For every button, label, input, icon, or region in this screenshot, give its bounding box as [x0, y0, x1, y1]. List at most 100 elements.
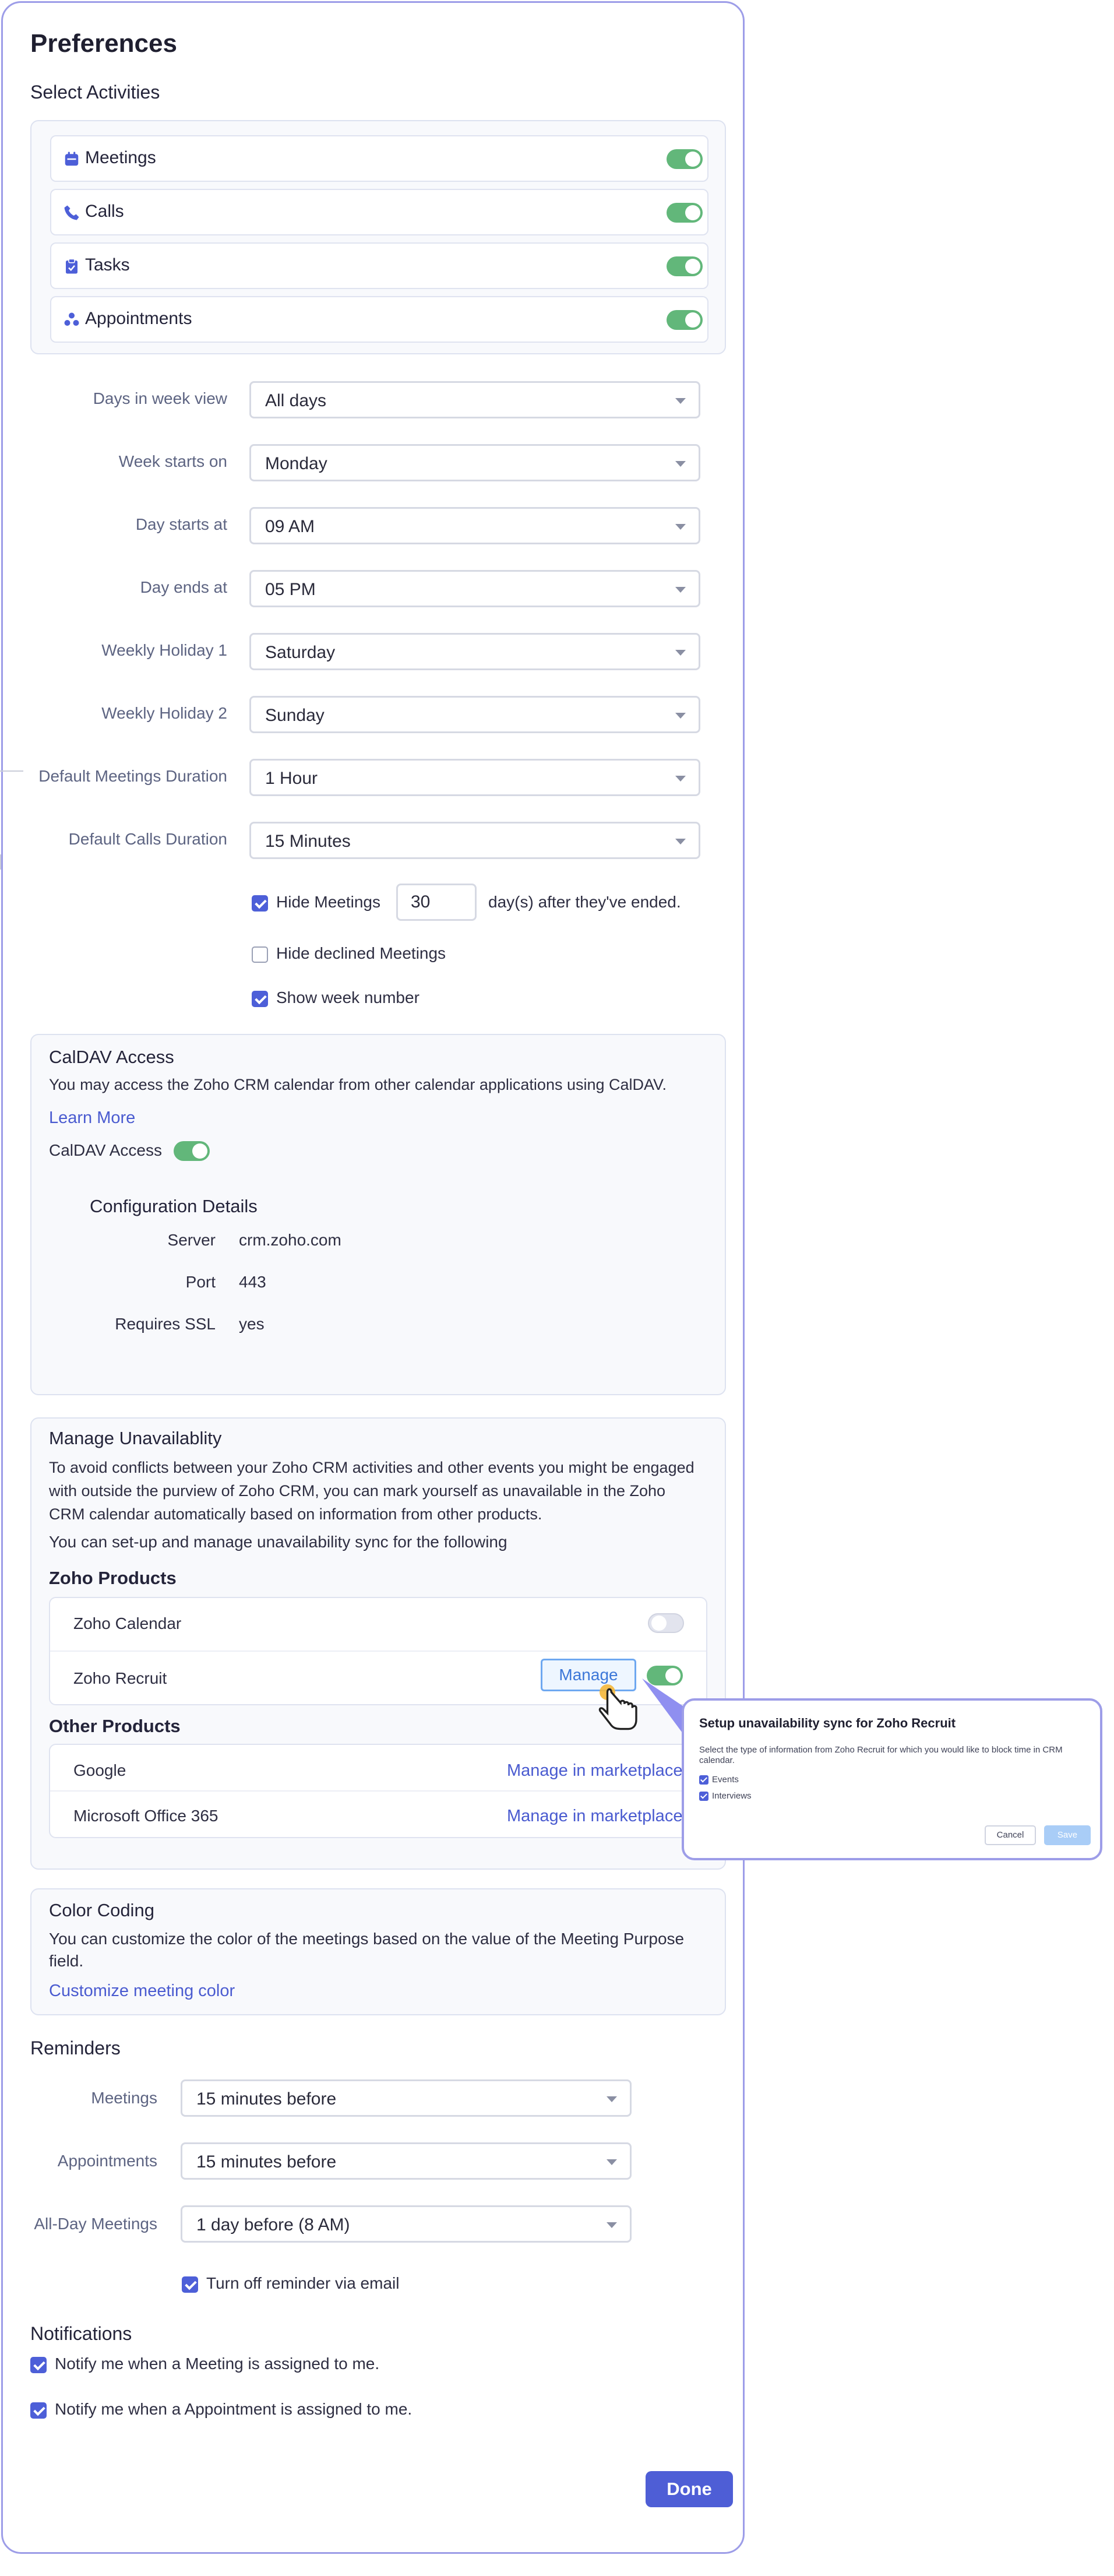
chevron-down-icon: [675, 587, 686, 593]
hand-cursor-icon: [598, 1684, 637, 1730]
config-label-server: Server: [167, 1231, 216, 1249]
all-day-meetings-reminder-select[interactable]: 1 day before (8 AM): [181, 2205, 632, 2243]
turn-off-email-reminder-checkbox[interactable]: [182, 2276, 198, 2293]
setting-label-days-in-week-view: Days in week view: [93, 389, 227, 407]
chevron-down-icon: [675, 524, 686, 530]
day-starts-at-select[interactable]: 09 AM: [249, 507, 700, 544]
divider: [50, 1651, 706, 1652]
popover-cancel-button[interactable]: Cancel: [985, 1825, 1036, 1845]
product-name-zoho-calendar: Zoho Calendar: [73, 1614, 182, 1632]
chevron-down-icon: [675, 776, 686, 782]
setting-label-day-ends-at: Day ends at: [140, 578, 227, 596]
config-value-port: 443: [239, 1273, 266, 1291]
events-label: Events: [712, 1775, 739, 1785]
interviews-label: Interviews: [712, 1791, 752, 1801]
zoho-products-heading: Zoho Products: [49, 1568, 177, 1588]
learn-more-link[interactable]: Learn More: [49, 1108, 135, 1128]
week-starts-on-select[interactable]: Monday: [249, 444, 700, 481]
other-products-heading: Other Products: [49, 1716, 181, 1736]
turn-off-email-reminder-label: Turn off reminder via email: [206, 2274, 400, 2292]
notify-meeting-checkbox[interactable]: [30, 2357, 47, 2373]
google-marketplace-link[interactable]: Manage in marketplace: [507, 1761, 682, 1780]
default-meetings-duration-select[interactable]: 1 Hour: [249, 759, 700, 796]
config-label-ssl: Requires SSL: [115, 1315, 216, 1333]
config-label-port: Port: [185, 1273, 216, 1291]
config-value-ssl: yes: [239, 1315, 265, 1333]
chevron-down-icon: [675, 650, 686, 656]
activity-label: Appointments: [85, 309, 192, 328]
caldav-toggle[interactable]: [174, 1141, 210, 1161]
calendar-icon: [65, 152, 79, 166]
setting-label-weekly-holiday-1: Weekly Holiday 1: [101, 641, 227, 659]
product-name-microsoft-365: Microsoft Office 365: [73, 1807, 218, 1825]
chevron-down-icon: [675, 398, 686, 404]
notifications-heading: Notifications: [30, 2323, 132, 2344]
zoho-calendar-toggle[interactable]: [648, 1613, 684, 1633]
done-button[interactable]: Done: [646, 2471, 733, 2507]
reminder-label-all-day-meetings: All-Day Meetings: [34, 2215, 157, 2233]
caldav-toggle-label: CalDAV Access: [49, 1141, 162, 1159]
hide-meetings-checkbox[interactable]: [252, 895, 268, 912]
activity-label: Calls: [85, 202, 124, 221]
notify-appointment-label: Notify me when a Appointment is assigned…: [55, 2400, 413, 2418]
chevron-down-icon: [607, 2096, 617, 2102]
weekly-holiday-2-select[interactable]: Sunday: [249, 696, 700, 733]
connector-line: [0, 854, 1, 870]
customize-meeting-color-link[interactable]: Customize meeting color: [49, 1982, 235, 2001]
calls-toggle[interactable]: [667, 203, 703, 223]
hide-meetings-days-input[interactable]: [396, 884, 477, 921]
popover-title: Setup unavailability sync for Zoho Recru…: [699, 1716, 956, 1730]
chevron-down-icon: [607, 2222, 617, 2228]
color-coding-description: You can customize the color of the meeti…: [49, 1930, 685, 1970]
notify-meeting-label: Notify me when a Meeting is assigned to …: [55, 2355, 380, 2373]
appointments-reminder-select[interactable]: 15 minutes before: [181, 2142, 632, 2180]
chevron-down-icon: [675, 839, 686, 844]
hide-meetings-label: Hide Meetings: [276, 893, 380, 911]
notify-appointment-checkbox[interactable]: [30, 2402, 47, 2419]
connector-line: [0, 770, 23, 772]
unavailability-title: Manage Unavailablity: [49, 1428, 222, 1448]
days-in-week-view-select[interactable]: All days: [249, 381, 700, 418]
unavailability-setup-text: You can set-up and manage unavailability…: [49, 1533, 507, 1551]
product-name-google: Google: [73, 1761, 126, 1779]
divider: [50, 1790, 706, 1792]
caldav-title: CalDAV Access: [49, 1047, 174, 1067]
setting-label-default-calls-duration: Default Calls Duration: [68, 830, 227, 848]
activity-label: Meetings: [85, 148, 156, 167]
setting-label-default-meetings-duration: Default Meetings Duration: [38, 767, 227, 785]
chevron-down-icon: [675, 713, 686, 719]
activity-label: Tasks: [85, 255, 130, 275]
hide-meetings-suffix: day(s) after they've ended.: [488, 893, 681, 911]
microsoft-marketplace-link[interactable]: Manage in marketplace: [507, 1807, 682, 1826]
events-checkbox[interactable]: [699, 1775, 708, 1785]
hide-declined-checkbox[interactable]: [252, 946, 268, 963]
meetings-toggle[interactable]: [667, 149, 703, 169]
recruit-sync-popover: Setup unavailability sync for Zoho Recru…: [682, 1698, 1102, 1860]
activity-row-calls: Calls: [50, 189, 708, 235]
interviews-checkbox[interactable]: [699, 1792, 708, 1801]
setting-label-day-starts-at: Day starts at: [135, 515, 227, 533]
appointments-toggle[interactable]: [667, 310, 703, 330]
chevron-down-icon: [675, 461, 686, 467]
popover-description: Select the type of information from Zoho…: [699, 1745, 1063, 1765]
weekly-holiday-1-select[interactable]: Saturday: [249, 633, 700, 670]
select-activities-heading: Select Activities: [30, 82, 160, 103]
meetings-reminder-select[interactable]: 15 minutes before: [181, 2079, 632, 2117]
page-title: Preferences: [30, 29, 177, 58]
tasks-toggle[interactable]: [667, 256, 703, 276]
caldav-description: You may access the Zoho CRM calendar fro…: [49, 1076, 667, 1093]
default-calls-duration-select[interactable]: 15 Minutes: [249, 822, 700, 859]
color-coding-title: Color Coding: [49, 1900, 154, 1920]
activity-row-tasks: Tasks: [50, 242, 708, 289]
chevron-down-icon: [607, 2159, 617, 2165]
reminders-heading: Reminders: [30, 2037, 121, 2058]
phone-icon: [64, 205, 79, 220]
setting-label-weekly-holiday-2: Weekly Holiday 2: [101, 704, 227, 722]
day-ends-at-select[interactable]: 05 PM: [249, 570, 700, 607]
unavailability-description: To avoid conflicts between your Zoho CRM…: [49, 1459, 695, 1523]
config-details-title: Configuration Details: [90, 1196, 258, 1216]
setting-label-week-starts-on: Week starts on: [118, 452, 227, 470]
popover-save-button[interactable]: Save: [1044, 1825, 1091, 1845]
show-week-number-checkbox[interactable]: [252, 991, 268, 1007]
show-week-number-label: Show week number: [276, 988, 419, 1007]
